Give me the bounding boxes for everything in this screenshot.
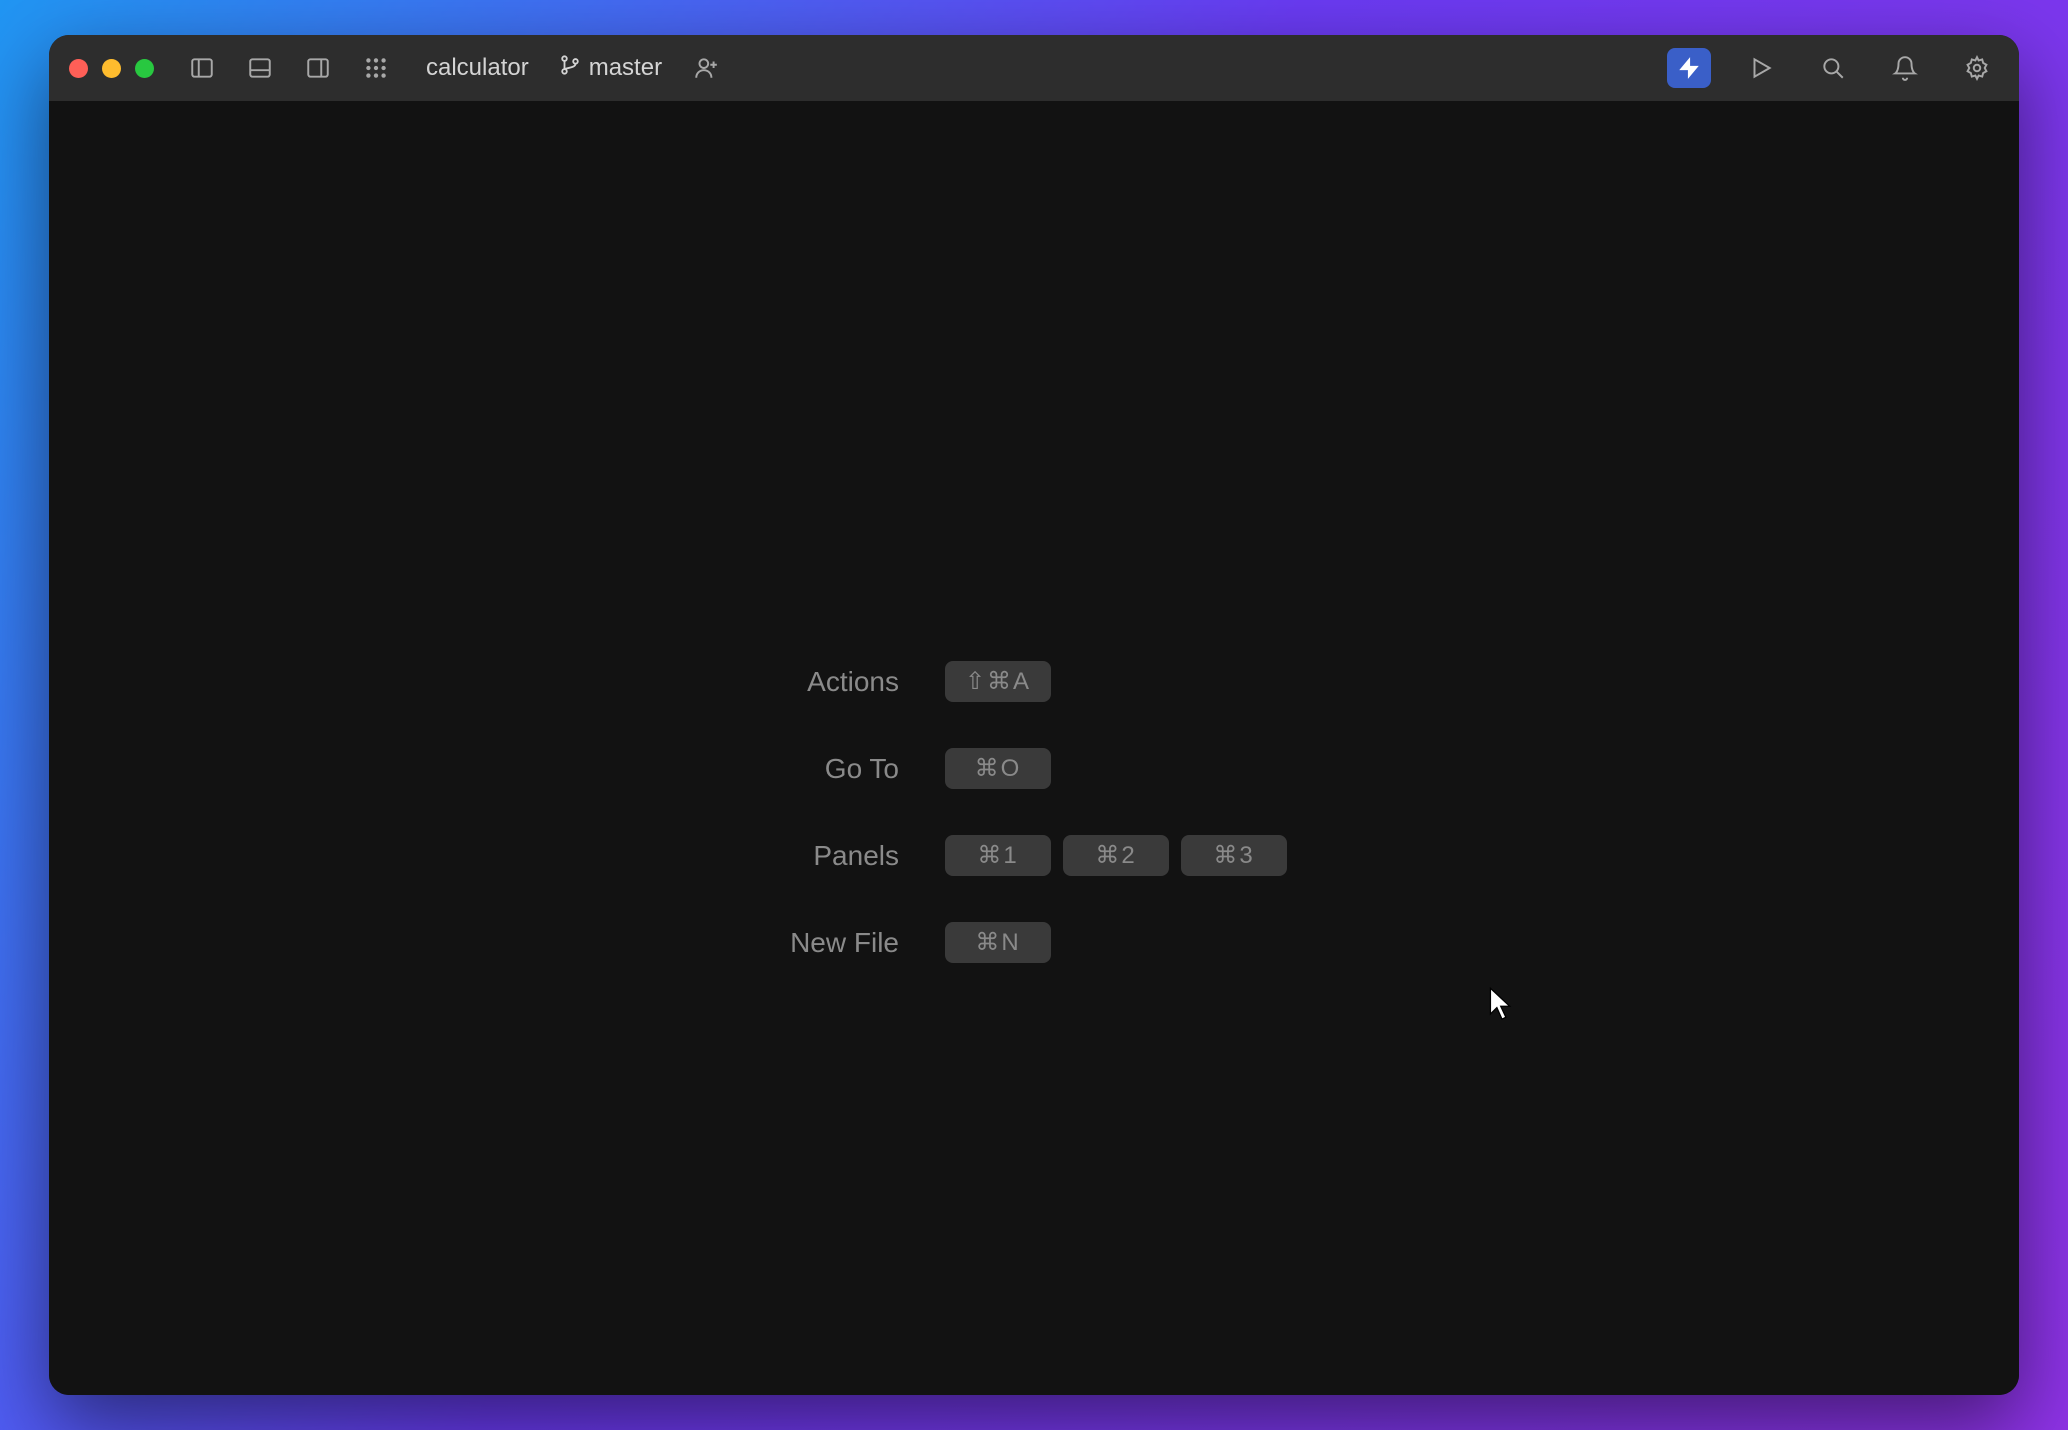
- panel-left-icon[interactable]: [188, 54, 216, 82]
- shortcut-row-goto: Go To ⌘O: [769, 748, 1287, 789]
- settings-button[interactable]: [1955, 48, 1999, 88]
- shortcut-row-newfile: New File ⌘N: [769, 922, 1287, 963]
- shortcut-keys: ⌘N: [945, 922, 1051, 963]
- shortcut-label: Actions: [769, 666, 899, 698]
- app-window: calculator master: [49, 35, 2019, 1395]
- shortcut-keys: ⌘O: [945, 748, 1051, 789]
- grid-apps-icon[interactable]: [362, 54, 390, 82]
- mouse-cursor-icon: [1489, 987, 1515, 1028]
- toolbar-left: calculator master: [188, 54, 720, 83]
- shortcut-row-actions: Actions ⇧⌘A: [769, 661, 1287, 702]
- shortcut-label: New File: [769, 927, 899, 959]
- key-badge: ⌘3: [1181, 835, 1287, 876]
- key-badge: ⌘N: [945, 922, 1051, 963]
- key-badge: ⌘O: [945, 748, 1051, 789]
- editor-content: Actions ⇧⌘A Go To ⌘O Panels ⌘1 ⌘2 ⌘3: [49, 101, 2019, 1395]
- shortcut-label: Go To: [769, 753, 899, 785]
- toolbar-right: [1667, 48, 1999, 88]
- search-button[interactable]: [1811, 48, 1855, 88]
- traffic-lights: [69, 59, 154, 78]
- key-badge: ⌘1: [945, 835, 1051, 876]
- ai-assist-button[interactable]: [1667, 48, 1711, 88]
- welcome-shortcuts: Actions ⇧⌘A Go To ⌘O Panels ⌘1 ⌘2 ⌘3: [769, 661, 1287, 963]
- project-name[interactable]: calculator: [426, 54, 529, 82]
- add-collaborator-icon[interactable]: [692, 54, 720, 82]
- key-badge: ⇧⌘A: [945, 661, 1051, 702]
- panel-bottom-icon[interactable]: [246, 54, 274, 82]
- run-button[interactable]: [1739, 48, 1783, 88]
- maximize-window-button[interactable]: [135, 59, 154, 78]
- shortcut-label: Panels: [769, 840, 899, 872]
- shortcut-keys: ⌘1 ⌘2 ⌘3: [945, 835, 1287, 876]
- git-branch-icon: [559, 54, 581, 83]
- branch-name: master: [589, 54, 662, 82]
- key-badge: ⌘2: [1063, 835, 1169, 876]
- shortcut-keys: ⇧⌘A: [945, 661, 1051, 702]
- panel-right-icon[interactable]: [304, 54, 332, 82]
- notifications-button[interactable]: [1883, 48, 1927, 88]
- close-window-button[interactable]: [69, 59, 88, 78]
- branch-selector[interactable]: master: [559, 54, 662, 83]
- titlebar: calculator master: [49, 35, 2019, 101]
- shortcut-row-panels: Panels ⌘1 ⌘2 ⌘3: [769, 835, 1287, 876]
- minimize-window-button[interactable]: [102, 59, 121, 78]
